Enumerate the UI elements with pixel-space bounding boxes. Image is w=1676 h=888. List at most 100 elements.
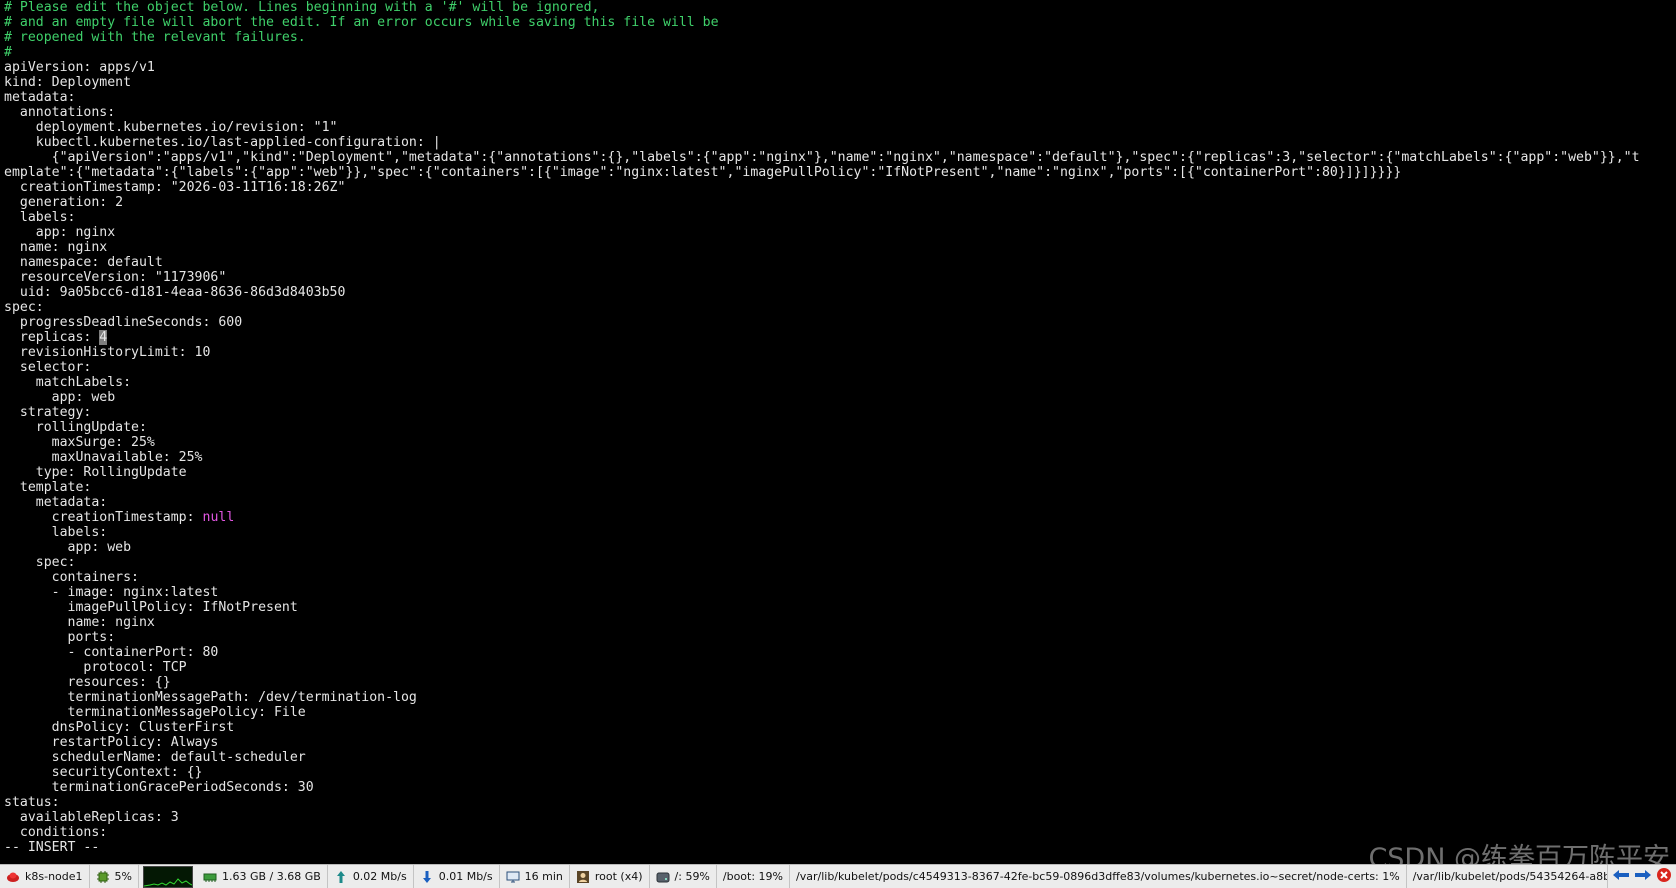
line-text: replicas: 4 (4, 330, 108, 345)
line-text: emplate":{"metadata":{"labels":{"app":"w… (4, 165, 1402, 180)
yaml-line: status: (0, 795, 1676, 810)
redhat-icon (6, 870, 20, 884)
yaml-line: protocol: TCP (0, 660, 1676, 675)
memory-segment[interactable]: 1.63 GB / 3.68 GB (197, 865, 328, 888)
mount-2-value: /var/lib/kubelet/pods/54354264-a8b1-4c7b… (1412, 870, 1607, 883)
line-text: annotations: (4, 105, 116, 120)
yaml-line: {"apiVersion":"apps/v1","kind":"Deployme… (0, 150, 1676, 165)
line-text: creationTimestamp: "2026-03-11T16:18:26Z… (4, 180, 346, 195)
yaml-line: resourceVersion: "1173906" (0, 270, 1676, 285)
yaml-line: annotations: (0, 105, 1676, 120)
yaml-line: conditions: (0, 825, 1676, 840)
yaml-line: labels: (0, 525, 1676, 540)
line-text: conditions: (4, 825, 108, 840)
line-text: protocol: TCP (4, 660, 187, 675)
host-segment[interactable]: k8s-node1 (0, 865, 90, 888)
line-text: resources: {} (4, 675, 171, 690)
yaml-line: securityContext: {} (0, 765, 1676, 780)
yaml-line: template: (0, 480, 1676, 495)
yaml-line: creationTimestamp: "2026-03-11T16:18:26Z… (0, 180, 1676, 195)
line-text: # Please edit the object below. Lines be… (4, 0, 600, 15)
yaml-line: app: nginx (0, 225, 1676, 240)
line-text: {"apiVersion":"apps/v1","kind":"Deployme… (4, 150, 1640, 165)
yaml-line: maxSurge: 25% (0, 435, 1676, 450)
line-text: name: nginx (4, 240, 108, 255)
line-text: app: web (4, 540, 132, 555)
line-text: creationTimestamp: (4, 510, 203, 525)
line-text: generation: 2 (4, 195, 124, 210)
yaml-line: app: web (0, 390, 1676, 405)
line-text: metadata: (4, 90, 76, 105)
scroll-left-icon[interactable] (1612, 868, 1630, 885)
yaml-line: type: RollingUpdate (0, 465, 1676, 480)
null-keyword: null (202, 510, 235, 525)
user-segment[interactable]: root (x4) (570, 865, 650, 888)
line-text: kubectl.kubernetes.io/last-applied-confi… (4, 135, 441, 150)
disk-root-segment[interactable]: /: 59% (650, 865, 717, 888)
line-text: spec: (4, 300, 44, 315)
disk-icon (656, 870, 670, 884)
yaml-line: rollingUpdate: (0, 420, 1676, 435)
yaml-line: kind: Deployment (0, 75, 1676, 90)
line-text: terminationGracePeriodSeconds: 30 (4, 780, 314, 795)
memory-value: 1.63 GB / 3.68 GB (221, 870, 321, 883)
host-name: k8s-node1 (25, 870, 83, 883)
line-text: - image: nginx:latest (4, 585, 219, 600)
line-text: uid: 9a05bcc6-d181-4eaa-8636-86d3d8403b5… (4, 285, 346, 300)
line-text: securityContext: {} (4, 765, 203, 780)
mount-segment-2[interactable]: /var/lib/kubelet/pods/54354264-a8b1-4c7b… (1407, 865, 1608, 888)
yaml-line: strategy: (0, 405, 1676, 420)
yaml-line: matchLabels: (0, 375, 1676, 390)
upload-value: 0.02 Mb/s (352, 870, 407, 883)
line-text: resourceVersion: "1173906" (4, 270, 227, 285)
line-text: deployment.kubernetes.io/revision: "1" (4, 120, 338, 135)
line-text: revisionHistoryLimit: 10 (4, 345, 211, 360)
text-cursor (99, 330, 108, 345)
yaml-line: metadata: (0, 90, 1676, 105)
line-text: availableReplicas: 3 (4, 810, 179, 825)
yaml-line: restartPolicy: Always (0, 735, 1676, 750)
line-text: progressDeadlineSeconds: 600 (4, 315, 243, 330)
mount-1-value: /var/lib/kubelet/pods/c4549313-8367-42fe… (796, 870, 1400, 883)
uptime-segment[interactable]: 16 min (500, 865, 570, 888)
yaml-line: deployment.kubernetes.io/revision: "1" (0, 120, 1676, 135)
yaml-line: schedulerName: default-scheduler (0, 750, 1676, 765)
terminal-editor[interactable]: # Please edit the object below. Lines be… (0, 0, 1676, 864)
download-segment[interactable]: 0.01 Mb/s (414, 865, 500, 888)
line-text: rollingUpdate: (4, 420, 147, 435)
line-text: containers: (4, 570, 139, 585)
line-text: restartPolicy: Always (4, 735, 219, 750)
line-text: app: web (4, 390, 116, 405)
line-text: app: nginx (4, 225, 116, 240)
line-text: spec: (4, 555, 76, 570)
line-text: maxSurge: 25% (4, 435, 155, 450)
line-text: terminationMessagePolicy: File (4, 705, 306, 720)
uptime-value: 16 min (524, 870, 563, 883)
upload-segment[interactable]: 0.02 Mb/s (328, 865, 414, 888)
mount-segment-1[interactable]: /var/lib/kubelet/pods/c4549313-8367-42fe… (790, 865, 1407, 888)
yaml-line: resources: {} (0, 675, 1676, 690)
line-text: template: (4, 480, 92, 495)
yaml-line: labels: (0, 210, 1676, 225)
yaml-line: spec: (0, 300, 1676, 315)
statusbar-nav (1608, 867, 1676, 886)
download-value: 0.01 Mb/s (438, 870, 493, 883)
line-text: selector: (4, 360, 92, 375)
disk-boot-segment[interactable]: /boot: 19% (717, 865, 791, 888)
close-icon[interactable] (1656, 867, 1672, 886)
download-arrow-icon (420, 870, 434, 884)
yaml-line: name: nginx (0, 615, 1676, 630)
yaml-line: containers: (0, 570, 1676, 585)
comment-line: # Please edit the object below. Lines be… (0, 0, 1676, 15)
user-icon (576, 870, 590, 884)
memory-icon (203, 870, 217, 884)
yaml-line: kubectl.kubernetes.io/last-applied-confi… (0, 135, 1676, 150)
yaml-line: - containerPort: 80 (0, 645, 1676, 660)
scroll-right-icon[interactable] (1634, 868, 1652, 885)
yaml-line: app: web (0, 540, 1676, 555)
yaml-line: name: nginx (0, 240, 1676, 255)
yaml-line: terminationGracePeriodSeconds: 30 (0, 780, 1676, 795)
disk-root-value: /: 59% (674, 870, 710, 883)
cpu-segment[interactable]: 5% (90, 865, 139, 888)
yaml-line: ports: (0, 630, 1676, 645)
